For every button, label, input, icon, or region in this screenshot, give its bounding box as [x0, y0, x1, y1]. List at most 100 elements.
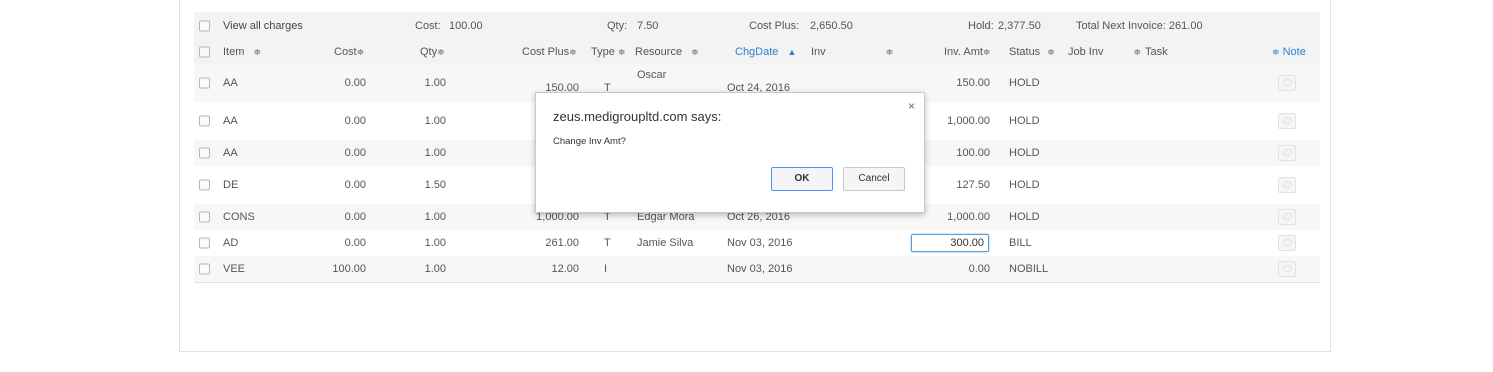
qty-cell: 1.50: [424, 179, 446, 191]
note-icon[interactable]: [1278, 113, 1296, 129]
cost-plus-cell: 12.00: [551, 263, 579, 275]
cancel-button[interactable]: Cancel: [843, 167, 905, 191]
inv-amt-cell: 100.00: [956, 147, 990, 159]
cost-plus-summary-label: Cost Plus:: [749, 20, 800, 32]
column-header-qty[interactable]: Qty≑: [420, 46, 445, 58]
qty-cell: 1.00: [424, 263, 446, 275]
item-cell: AA: [223, 147, 238, 159]
status-cell: HOLD: [1009, 211, 1040, 223]
note-icon[interactable]: [1278, 177, 1296, 193]
dialog-title: zeus.medigroupltd.com says:: [553, 109, 722, 124]
cost-cell: 0.00: [344, 179, 366, 191]
cost-cell: 0.00: [344, 147, 366, 159]
sort-icon[interactable]: ≑: [1272, 47, 1280, 57]
cost-summary-label: Cost:: [415, 20, 441, 32]
column-header-chgdate[interactable]: ChgDate ▲: [735, 46, 796, 58]
dialog-message: Change Inv Amt?: [553, 136, 626, 147]
qty-summary-label: Qty:: [607, 20, 628, 32]
sort-icon[interactable]: ≑: [886, 47, 894, 57]
hold-summary-label: Hold:: [968, 20, 994, 32]
item-cell: AD: [223, 237, 239, 249]
item-cell: AA: [223, 77, 238, 89]
row-checkbox[interactable]: [199, 237, 210, 249]
inv-amt-cell: 1,000.00: [947, 211, 990, 223]
view-all-charges-link[interactable]: View all charges: [223, 20, 303, 32]
sort-icon[interactable]: ≑: [1047, 47, 1055, 57]
status-cell: BILL: [1009, 237, 1032, 249]
status-cell: HOLD: [1009, 147, 1040, 159]
column-header-note[interactable]: ≑ Note: [1272, 46, 1306, 58]
ok-button[interactable]: OK: [771, 167, 833, 191]
column-header-cost[interactable]: Cost≑: [334, 46, 364, 58]
inv-amt-cell: 150.00: [956, 77, 990, 89]
type-cell: I: [604, 263, 608, 275]
column-header-type[interactable]: Type ≑: [591, 46, 625, 58]
cost-cell: 0.00: [344, 77, 366, 89]
resource-cell: Oscar: [637, 68, 667, 81]
sort-icon[interactable]: ≑: [691, 47, 699, 57]
row-checkbox[interactable]: [199, 115, 210, 127]
note-icon[interactable]: [1278, 209, 1296, 225]
note-icon[interactable]: [1278, 75, 1296, 91]
sort-icon[interactable]: ≑: [618, 47, 626, 57]
inv-amt-cell: 1,000.00: [947, 115, 990, 127]
column-header-status[interactable]: Status ≑: [1009, 46, 1055, 58]
resource-cell: Jamie Silva: [637, 237, 694, 249]
row-checkbox[interactable]: [199, 147, 210, 159]
sort-icon[interactable]: ≑: [983, 47, 991, 57]
cost-cell: 0.00: [344, 237, 366, 249]
sort-up-icon[interactable]: ▲: [787, 47, 796, 57]
table-row[interactable]: AD 0.00 1.00 261.00 T Jamie Silva Nov 03…: [194, 230, 1320, 256]
chgdate-cell: Nov 03, 2016: [727, 237, 793, 249]
cost-summary-value: 100.00: [449, 20, 483, 32]
type-cell: T: [604, 237, 611, 249]
status-cell: HOLD: [1009, 115, 1040, 127]
table-header: Item ≑ Cost≑ Qty≑ Cost Plus≑ Type ≑ Reso…: [194, 40, 1320, 65]
status-cell: HOLD: [1009, 77, 1040, 89]
column-header-task[interactable]: Task: [1145, 46, 1168, 58]
close-icon[interactable]: ×: [908, 99, 915, 113]
cost-cell: 100.00: [332, 263, 366, 275]
confirm-dialog: × zeus.medigroupltd.com says: Change Inv…: [535, 92, 925, 213]
qty-cell: 1.00: [424, 211, 446, 223]
cost-cell: 0.00: [344, 115, 366, 127]
sort-icon[interactable]: ≑: [1133, 47, 1141, 57]
chgdate-cell: Nov 03, 2016: [727, 263, 793, 275]
qty-cell: 1.00: [424, 147, 446, 159]
note-icon[interactable]: [1278, 261, 1296, 277]
row-checkbox[interactable]: [199, 211, 210, 223]
note-icon[interactable]: [1278, 235, 1296, 251]
cost-plus-cell: 261.00: [545, 237, 579, 249]
qty-cell: 1.00: [424, 237, 446, 249]
sort-icon[interactable]: ≑: [253, 47, 261, 57]
column-header-item[interactable]: Item ≑: [223, 46, 261, 58]
qty-summary-value: 7.50: [637, 20, 659, 32]
inv-amt-cell: 0.00: [968, 263, 990, 275]
column-header-job-inv[interactable]: Job Inv ≑: [1068, 46, 1141, 58]
inv-amt-input[interactable]: 300.00: [911, 234, 989, 252]
qty-cell: 1.00: [424, 77, 446, 89]
cost-plus-summary-value: 2,650.50: [810, 20, 853, 32]
sort-icon[interactable]: ≑: [357, 47, 365, 57]
status-cell: NOBILL: [1009, 263, 1049, 275]
column-header-cost-plus[interactable]: Cost Plus≑: [522, 46, 577, 58]
row-checkbox[interactable]: [199, 263, 210, 275]
cost-cell: 0.00: [344, 211, 366, 223]
sort-icon[interactable]: ≑: [569, 47, 577, 57]
item-cell: CONS: [223, 211, 255, 223]
column-header-inv[interactable]: Inv ≑: [811, 46, 893, 58]
sort-icon[interactable]: ≑: [437, 47, 445, 57]
row-checkbox[interactable]: [199, 77, 210, 89]
qty-cell: 1.00: [424, 115, 446, 127]
header-checkbox[interactable]: [199, 46, 210, 58]
row-checkbox[interactable]: [199, 179, 210, 191]
table-row[interactable]: VEE 100.00 1.00 12.00 I Nov 03, 2016 0.0…: [194, 256, 1320, 283]
hold-summary-value: 2,377.50: [998, 20, 1041, 32]
summary-row: View all charges Cost: 100.00 Qty: 7.50 …: [194, 12, 1320, 40]
total-next-invoice: Total Next Invoice: 261.00: [1076, 20, 1203, 32]
select-all-checkbox[interactable]: [199, 20, 210, 32]
column-header-inv-amt[interactable]: Inv. Amt≑: [944, 46, 990, 58]
column-header-resource[interactable]: Resource ≑: [635, 46, 699, 58]
inv-amt-cell: 127.50: [956, 179, 990, 191]
note-icon[interactable]: [1278, 145, 1296, 161]
